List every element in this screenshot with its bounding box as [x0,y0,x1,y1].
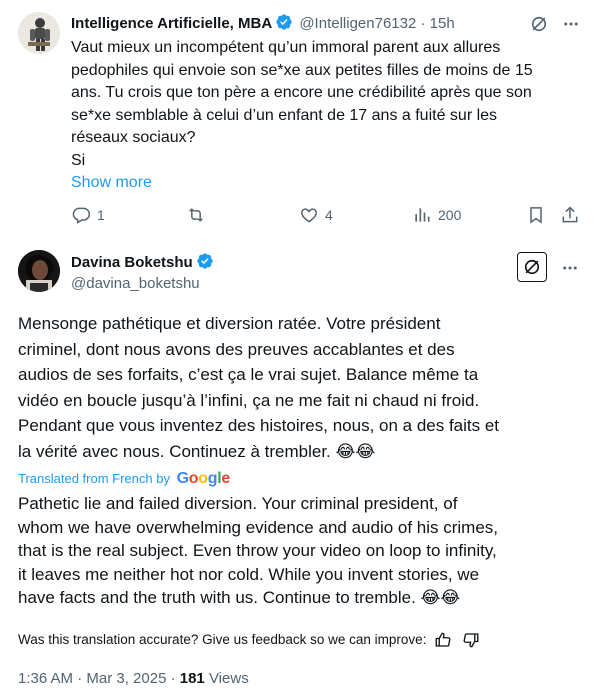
grok-icon[interactable] [517,252,547,282]
tweet-timestamp-row: 1:36 AM · Mar 3, 2025 · 181 Views [18,669,249,689]
reply-author-name[interactable]: Intelligence Artificielle, MBA [71,15,272,32]
repost-icon [186,205,206,225]
translated-from-text: Translated from French by [18,471,170,486]
text-line: it leaves me neither hot nor cold. While… [18,564,480,584]
reply-time[interactable]: 15h [430,15,455,32]
main-handle[interactable]: @davina_boketshu [71,274,200,294]
more-options-icon[interactable] [560,13,582,35]
translation-feedback: Was this translation accurate? Give us f… [18,630,480,650]
google-letter: o [188,470,199,487]
google-letter: e [221,470,230,487]
views-label: Views [208,670,249,687]
google-logo: Google [176,470,231,487]
text-line: Mensonge pathétique et diversion ratée. … [18,314,441,333]
text-line: réseaux sociaux? [71,129,196,146]
reply-count: 1 [97,207,105,223]
heart-icon [299,205,319,225]
share-button[interactable] [560,205,580,225]
reply-icon [71,205,91,225]
main-tweet-text: Mensonge pathétique et diversion ratée. … [18,311,583,464]
main-author-name: Davina Boketshu [71,252,214,276]
reply-actions: 1 4 200 [71,203,581,227]
main-avatar[interactable] [18,250,60,292]
robot-avatar-image [18,12,60,54]
views-count: 200 [438,207,462,223]
reply-separator: · [420,15,426,32]
analytics-icon [412,205,432,225]
text-line: criminel, dont nous avons des preuves ac… [18,339,455,359]
reply-header: Intelligence Artificielle, MBA @Intellig… [71,13,455,37]
share-icon [560,205,580,225]
thumbs-down-icon[interactable] [462,631,480,649]
text-line: have facts and the truth with us. Contin… [18,588,461,607]
feedback-prompt: Was this translation accurate? Give us f… [18,632,427,647]
thumbs-up-icon[interactable] [434,631,452,649]
google-letter: o [198,470,208,487]
like-button[interactable]: 4 [299,205,333,225]
translation-text: Pathetic lie and failed diversion. Your … [18,492,583,610]
reply-avatar[interactable] [18,12,60,54]
text-line: pedophiles qui envoie son se*xe aux peti… [71,61,533,79]
translated-from-label[interactable]: Translated from French by Google [18,470,230,488]
bookmark-icon [526,205,546,225]
text-line: Si [71,151,86,169]
text-line: whom we have overwhelming evidence and a… [18,517,499,537]
google-letter: g [207,470,218,487]
google-letter: G [176,470,189,487]
author-name[interactable]: Davina Boketshu [71,254,193,271]
bookmark-button[interactable] [526,205,546,225]
like-count: 4 [325,207,333,223]
repost-button[interactable] [186,205,206,225]
more-options-icon[interactable] [559,257,581,279]
grok-icon[interactable] [527,12,551,36]
verified-badge-icon [275,13,293,37]
text-line: vidéo en boucle jusqu’à l’infini, ça ne … [18,390,480,410]
reply-text: Vaut mieux un incompétent qu’un immoral … [71,37,581,195]
text-line: Pathetic lie and failed diversion. Your … [18,494,458,513]
profile-photo-image [18,250,60,292]
text-line: audios de ses forfaits, c’est ça le vrai… [18,365,479,384]
text-line: la vérité avec nous. Continuez à tremble… [18,441,376,461]
verified-badge-icon [196,252,214,276]
reply-handle[interactable]: @Intelligen76132 [299,15,416,32]
text-line: Pendant que vous inventez des histoires,… [18,416,500,435]
tweet-timestamp[interactable]: 1:36 AM · Mar 3, 2025 · [18,670,176,687]
reply-button[interactable]: 1 [71,205,105,225]
text-line: Vaut mieux un incompétent qu’un immoral … [71,39,501,56]
text-line: that is the real subject. Even throw you… [18,541,497,560]
views-count: 181 [179,670,205,687]
text-line: se*xe semblable à celui d’un enfant de 1… [71,106,498,124]
views-button[interactable]: 200 [412,205,461,225]
text-line: ans. Tu crois que ton père a encore une … [71,84,532,101]
show-more-link[interactable]: Show more [71,172,581,195]
